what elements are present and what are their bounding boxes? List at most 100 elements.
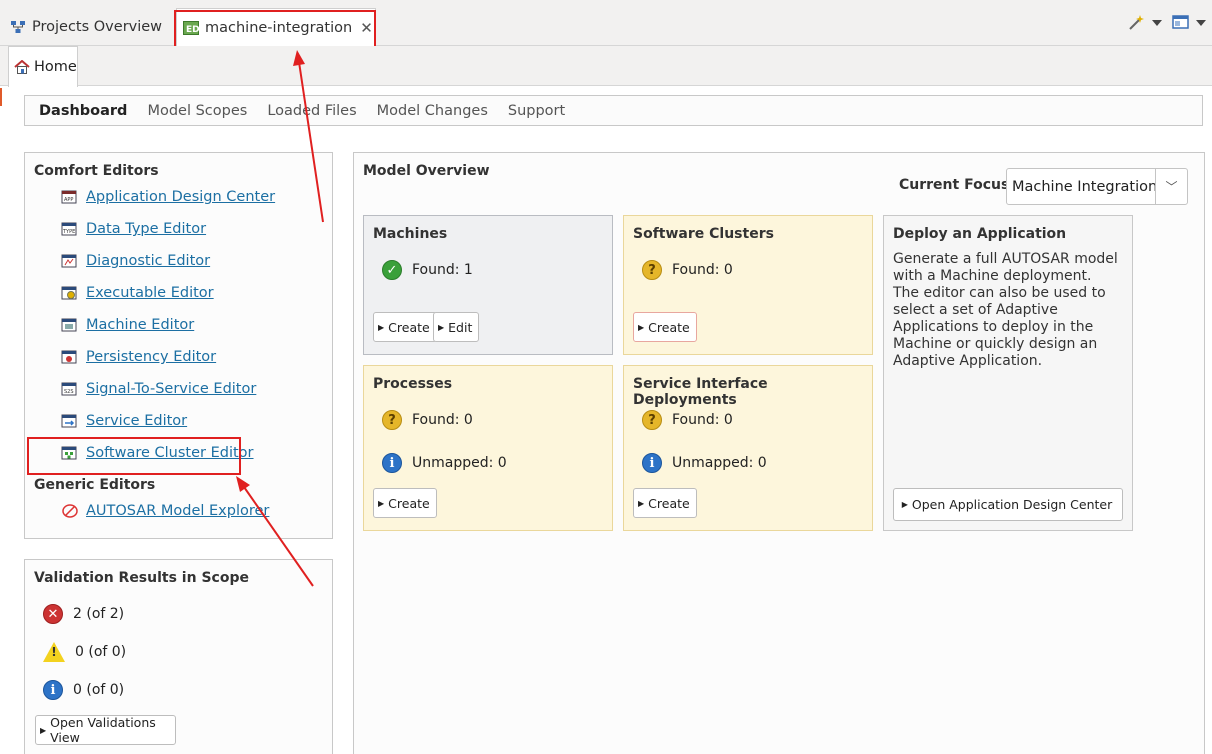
nav-loaded-files[interactable]: Loaded Files (267, 103, 356, 119)
editor-link-label[interactable]: Machine Editor (86, 317, 194, 333)
deployments-unmapped: i Unmapped: 0 (642, 453, 767, 473)
processes-found: ? Found: 0 (382, 410, 473, 430)
question-icon: ? (642, 260, 662, 280)
info-icon: i (43, 680, 63, 700)
description-line: with a Machine deployment. (893, 268, 1092, 284)
open-application-design-center-button[interactable]: ▶ Open Application Design Center (893, 488, 1123, 521)
nav-support[interactable]: Support (508, 103, 565, 119)
chevron-down-icon[interactable]: ﹀ (1155, 169, 1187, 204)
model-overview-panel: Model Overview Current Focus: Machine In… (353, 152, 1205, 754)
chevron-down-icon[interactable] (1196, 20, 1206, 26)
chevron-down-icon[interactable] (1152, 20, 1162, 26)
button-label: Open Validations View (50, 715, 156, 745)
validation-infos[interactable]: i 0 (of 0) (43, 680, 124, 700)
deploy-description: Generate a full AUTOSAR model with a Mac… (893, 251, 1118, 370)
annotation-highlight-software-cluster-editor (27, 437, 241, 475)
button-label: Open Application Design Center (911, 497, 1113, 512)
tab-projects-overview[interactable]: Projects Overview (10, 8, 162, 46)
service-interface-deployments-card: Service Interface Deployments ? Found: 0… (623, 365, 873, 531)
service-icon (61, 414, 77, 428)
description-line: The editor can also be used to (893, 285, 1106, 301)
editor-link-label[interactable]: Diagnostic Editor (86, 253, 210, 269)
validation-warnings[interactable]: ! 0 (of 0) (43, 642, 126, 662)
edge-marker (0, 88, 2, 106)
svg-text:TYPE: TYPE (62, 229, 75, 235)
nav-model-changes[interactable]: Model Changes (377, 103, 488, 119)
svg-text:APP: APP (64, 197, 73, 203)
card-title: Processes (373, 376, 453, 392)
link-application-design-center[interactable]: APP Application Design Center (61, 189, 275, 205)
card-title: Software Clusters (633, 226, 774, 242)
warning-icon: ! (43, 642, 65, 662)
editor-link-label[interactable]: Signal-To-Service Editor (86, 381, 256, 397)
machines-card: Machines ✓ Found: 1 ▶ Create ▶ Edit (363, 215, 613, 355)
card-title: Service Interface Deployments (633, 376, 768, 408)
unmapped-count: Unmapped: 0 (412, 455, 507, 471)
machine-icon (61, 318, 77, 332)
link-service-editor[interactable]: Service Editor (61, 413, 187, 429)
question-icon: ? (642, 410, 662, 430)
description-line: Machine or quickly design an (893, 336, 1098, 352)
open-validations-view-button[interactable]: ▶ Open Validations View (35, 715, 176, 745)
editor-link-label[interactable]: Persistency Editor (86, 349, 216, 365)
editor-link-label[interactable]: Application Design Center (86, 189, 275, 205)
link-executable-editor[interactable]: Executable Editor (61, 285, 214, 301)
link-persistency-editor[interactable]: Persistency Editor (61, 349, 216, 365)
link-signal-to-service-editor[interactable]: S2S Signal-To-Service Editor (61, 381, 256, 397)
link-autosar-model-explorer[interactable]: AUTOSAR Model Explorer (61, 503, 269, 519)
magic-wand-icon[interactable] (1128, 14, 1146, 30)
home-tab-bar: Home (0, 46, 1212, 87)
editor-link-label[interactable]: Data Type Editor (86, 221, 206, 237)
annotation-highlight-tab (174, 10, 376, 48)
data-type-icon: TYPE (61, 222, 77, 236)
nav-dashboard[interactable]: Dashboard (39, 103, 127, 119)
play-icon: ▶ (438, 322, 445, 332)
description-line: Generate a full AUTOSAR model (893, 251, 1118, 267)
tab-label: Home (34, 59, 77, 75)
tab-label: Projects Overview (32, 19, 163, 35)
editor-link-label[interactable]: AUTOSAR Model Explorer (86, 503, 269, 519)
software-clusters-card: Software Clusters ? Found: 0 ▶ Create (623, 215, 873, 355)
comfort-editors-panel: Comfort Editors APP Application Design C… (24, 152, 333, 539)
play-icon: ▶ (378, 322, 385, 332)
edit-machine-button[interactable]: ▶ Edit (433, 312, 480, 342)
svg-text:S2S: S2S (64, 389, 74, 395)
create-deployment-button[interactable]: ▶ Create (633, 488, 697, 518)
create-process-button[interactable]: ▶ Create (373, 488, 437, 518)
description-line: select a set of Adaptive (893, 302, 1058, 318)
error-count: 2 (of 2) (73, 606, 125, 622)
found-count: Found: 0 (672, 262, 733, 278)
processes-card: Processes ? Found: 0 i Unmapped: 0 ▶ Crea… (363, 365, 613, 531)
button-label: Create (388, 319, 430, 335)
validation-title: Validation Results in Scope (34, 570, 249, 586)
info-count: 0 (of 0) (73, 682, 125, 698)
card-title: Machines (373, 226, 448, 242)
current-focus-select[interactable]: Machine Integration ﹀ (1006, 168, 1188, 205)
create-software-cluster-button[interactable]: ▶ Create (633, 312, 697, 342)
play-icon: ▶ (378, 498, 385, 508)
link-data-type-editor[interactable]: TYPE Data Type Editor (61, 221, 206, 237)
deploy-application-card: Deploy an Application Generate a full AU… (883, 215, 1133, 531)
window-layout-icon[interactable] (1172, 14, 1190, 30)
tab-home[interactable]: Home (8, 46, 78, 87)
editor-link-label[interactable]: Service Editor (86, 413, 187, 429)
play-icon: ▶ (901, 500, 908, 509)
nav-model-scopes[interactable]: Model Scopes (147, 103, 247, 119)
application-icon: APP (61, 190, 77, 204)
link-machine-editor[interactable]: Machine Editor (61, 317, 194, 333)
link-diagnostic-editor[interactable]: Diagnostic Editor (61, 253, 210, 269)
description-line: Applications to deploy in the (893, 319, 1094, 335)
generic-editors-title: Generic Editors (34, 477, 156, 493)
projects-overview-icon (11, 21, 25, 33)
home-icon (14, 60, 30, 74)
warning-count: 0 (of 0) (75, 644, 127, 660)
signal-to-service-icon: S2S (61, 382, 77, 396)
create-machine-button[interactable]: ▶ Create (373, 312, 437, 342)
info-icon: i (382, 453, 402, 473)
validation-errors[interactable]: ✕ 2 (of 2) (43, 604, 124, 624)
software-clusters-found: ? Found: 0 (642, 260, 733, 280)
check-icon: ✓ (382, 260, 402, 280)
processes-unmapped: i Unmapped: 0 (382, 453, 507, 473)
play-icon: ▶ (638, 322, 645, 332)
editor-link-label[interactable]: Executable Editor (86, 285, 214, 301)
